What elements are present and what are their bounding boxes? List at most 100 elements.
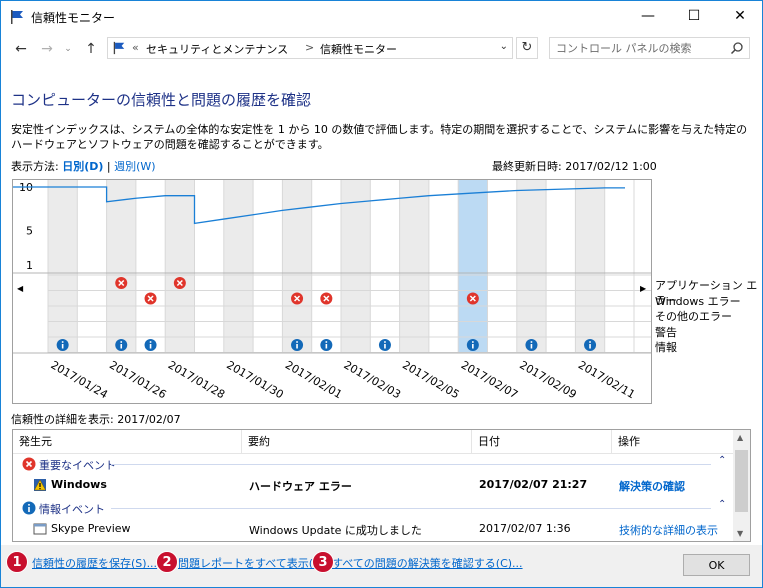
address-bar[interactable]: « セキュリティとメンテナンス > 信頼性モニター ⌄: [107, 37, 513, 59]
forward-arrow-icon[interactable]: →: [37, 39, 57, 59]
chart-column[interactable]: [223, 180, 254, 353]
step-badge-1: 1: [6, 551, 28, 573]
chart-column[interactable]: [399, 180, 429, 353]
last-updated: 最終更新日時: 2017/02/12 1:00: [492, 160, 657, 173]
maximize-button[interactable]: ☐: [671, 1, 717, 31]
chart-column[interactable]: [458, 180, 488, 353]
info-event-icon-mark: [589, 344, 591, 349]
chart-column[interactable]: [546, 180, 576, 353]
chart-column[interactable]: [575, 180, 605, 353]
info-event-icon-mark: [120, 344, 123, 349]
chart-column[interactable]: [135, 180, 166, 353]
table-header: 発生元 要約 日付 操作 ⌃: [13, 430, 734, 454]
chart-column[interactable]: [165, 180, 195, 353]
date-tick-label: 2017/02/05: [400, 358, 461, 401]
collapse-chevron-icon[interactable]: ⌃: [718, 455, 726, 466]
scroll-up-arrow-icon[interactable]: ▲: [737, 433, 743, 442]
legend-other-errors: その他のエラー: [655, 310, 732, 323]
up-arrow-icon[interactable]: ↑: [81, 39, 101, 59]
info-event-icon-dot: [296, 341, 298, 343]
minimize-button[interactable]: —: [625, 1, 671, 31]
collapse-chevron-icon[interactable]: ⌃: [718, 499, 726, 510]
search-input[interactable]: [550, 38, 720, 58]
group-info-label: 情報イベント: [39, 503, 105, 516]
column-header-source[interactable]: 発生元: [13, 430, 242, 454]
info-event-icon-dot: [325, 341, 328, 343]
chart-column[interactable]: [516, 180, 547, 353]
date-tick-label: 2017/01/26: [107, 358, 168, 401]
info-event-icon-dot: [384, 341, 386, 343]
scroll-left-arrow-icon[interactable]: ◀: [17, 284, 23, 293]
row-date: 2017/02/07 1:36: [479, 522, 571, 535]
address-dropdown-icon[interactable]: ⌄: [500, 41, 508, 52]
row-action-link[interactable]: 技術的な詳細の表示: [619, 522, 718, 538]
page-title: コンピューターの信頼性と問題の履歴を確認: [11, 91, 312, 109]
info-event-icon-dot: [589, 341, 591, 343]
sort-indicator-icon: ⌃: [537, 429, 545, 434]
address-flag-icon: [113, 41, 125, 55]
scroll-right-arrow-icon[interactable]: ▶: [640, 284, 646, 293]
chart-column[interactable]: [77, 180, 107, 353]
legend-warnings: 警告: [655, 325, 677, 339]
chart-column[interactable]: [487, 180, 517, 353]
table-row[interactable]: Windows ハードウェア エラー 2017/02/07 21:27 解決策の…: [13, 474, 734, 496]
reliability-chart[interactable]: 10 5 1 2017/01/24 2017/01/26 2017/01/28 2017/0…: [12, 179, 652, 404]
chart-column-partial: [18, 180, 48, 353]
row-summary: ハードウェア エラー: [249, 480, 352, 493]
row-summary: Windows Update に成功しました: [249, 524, 422, 537]
reliability-chart-svg[interactable]: 10512017/01/242017/01/262017/01/282017/0…: [13, 180, 651, 403]
view-all-reports-link[interactable]: 問題レポートをすべて表示(R): [178, 555, 325, 571]
info-event-icon-mark: [296, 344, 298, 349]
chart-column[interactable]: [370, 180, 400, 353]
info-event-icon-dot: [61, 341, 64, 343]
view-by: 表示方法: 日別(D) | 週別(W): [11, 158, 156, 174]
date-tick-label: 2017/01/24: [49, 358, 110, 401]
view-weekly-link[interactable]: 週別(W): [114, 160, 155, 173]
refresh-button[interactable]: ↻: [516, 37, 538, 59]
column-header-action[interactable]: 操作: [612, 430, 734, 454]
date-tick-label: 2017/02/01: [283, 358, 344, 401]
check-all-solutions-link[interactable]: すべての問題の解決策を確認する(C)...: [332, 555, 523, 571]
group-divider: [111, 508, 711, 509]
chart-column[interactable]: [341, 180, 371, 353]
chart-column[interactable]: [106, 180, 136, 353]
column-header-summary[interactable]: 要約: [242, 430, 472, 454]
breadcrumb-security-maintenance[interactable]: セキュリティとメンテナンス: [146, 41, 288, 57]
chart-column[interactable]: [282, 180, 312, 353]
windows-warning-icon: [34, 479, 46, 491]
legend-windows-errors: Windows エラー: [655, 294, 741, 308]
critical-error-icon: [22, 457, 36, 471]
back-arrow-icon[interactable]: ←: [11, 39, 31, 59]
table-scrollbar[interactable]: ▲ ▼: [733, 430, 750, 541]
chart-column[interactable]: [253, 180, 283, 353]
scroll-down-arrow-icon[interactable]: ▼: [737, 529, 743, 538]
details-table: 発生元 要約 日付 操作 ⌃ 重要なイベント ⌃ Windows ハードウェア …: [12, 429, 751, 542]
scrollbar-thumb[interactable]: [735, 450, 748, 512]
row-source: Skype Preview: [51, 522, 131, 535]
close-button[interactable]: ✕: [717, 1, 763, 31]
date-tick-label: 2017/02/07: [459, 358, 520, 401]
search-icon[interactable]: [730, 41, 744, 55]
group-critical-label: 重要なイベント: [39, 459, 116, 472]
application-icon: [33, 523, 47, 535]
info-event-icon-mark: [61, 344, 64, 349]
chart-column[interactable]: [428, 180, 459, 353]
ok-button[interactable]: OK: [683, 554, 750, 576]
save-history-link[interactable]: 信頼性の履歴を保存(S)...: [32, 555, 157, 571]
chart-column[interactable]: [604, 180, 634, 353]
date-tick-label: 2017/02/11: [576, 358, 637, 401]
table-row[interactable]: Skype Preview Windows Update に成功しました 201…: [13, 518, 734, 540]
group-critical[interactable]: 重要なイベント ⌃: [13, 455, 734, 473]
row-action-link[interactable]: 解決策の確認: [619, 478, 685, 494]
chart-column[interactable]: [48, 180, 78, 353]
group-info[interactable]: 情報イベント ⌃: [13, 499, 734, 517]
breadcrumb-separator[interactable]: >: [305, 41, 314, 54]
view-daily-link[interactable]: 日別(D): [62, 160, 103, 173]
info-event-icon-dot: [149, 341, 152, 343]
flag-icon: [11, 10, 23, 24]
chart-column[interactable]: [194, 180, 224, 353]
date-tick-label: 2017/01/30: [224, 358, 285, 401]
breadcrumb-reliability-monitor[interactable]: 信頼性モニター: [320, 41, 397, 57]
recent-pages-dropdown-icon[interactable]: ⌄: [58, 39, 78, 59]
breadcrumb-overflow[interactable]: «: [132, 41, 139, 54]
